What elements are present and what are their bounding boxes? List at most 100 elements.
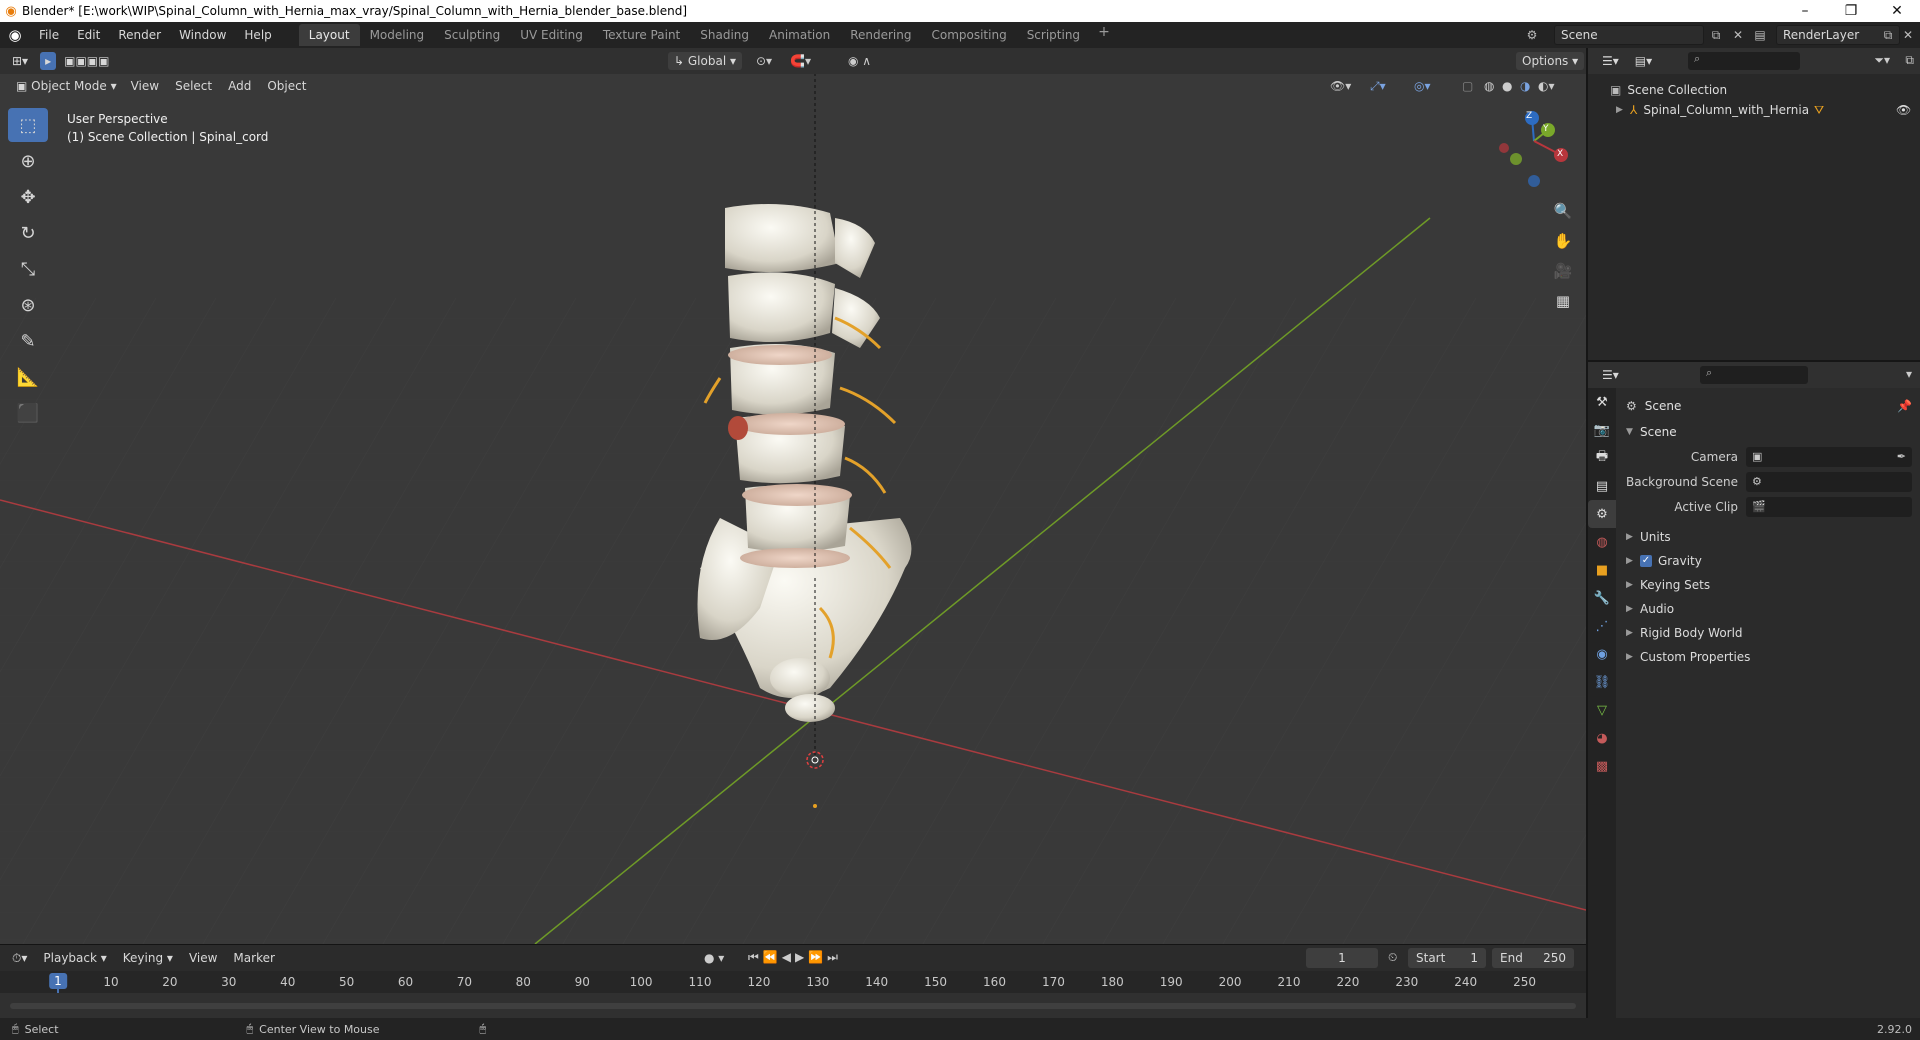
menu-view[interactable]: View — [123, 79, 167, 93]
overlays-icon[interactable]: ◎▾ — [1414, 79, 1431, 93]
constraints-tab-icon[interactable]: ⛓ — [1588, 668, 1616, 696]
menu-select[interactable]: Select — [167, 79, 220, 93]
menu-help[interactable]: Help — [235, 28, 280, 42]
add-cube-tool-icon[interactable]: ⬛ — [8, 396, 48, 430]
timeline-editor-type-icon[interactable]: ⏱▾ — [0, 951, 35, 966]
options-dropdown[interactable]: Options ▾ — [1516, 52, 1585, 70]
custom-properties-panel-header[interactable]: ▶ Custom Properties — [1618, 645, 1920, 669]
outliner-item-scene-collection[interactable]: ▣ Scene Collection — [1588, 80, 1920, 100]
data-tab-icon[interactable]: ▽ — [1588, 696, 1616, 724]
pivot-point-icon[interactable]: ⊙▾ — [756, 54, 772, 68]
delete-scene-icon[interactable]: ✕ — [1730, 27, 1746, 43]
snap-icon[interactable]: 🧲▾ — [790, 54, 811, 68]
measure-tool-icon[interactable]: 📐 — [8, 360, 48, 394]
menu-timeline-view[interactable]: View — [181, 951, 225, 965]
menu-add[interactable]: Add — [220, 79, 259, 93]
menu-keying[interactable]: Keying ▾ — [115, 951, 181, 965]
physics-tab-icon[interactable]: ◉ — [1588, 640, 1616, 668]
solid-shading-icon[interactable]: ● — [1502, 79, 1512, 93]
material-shading-icon[interactable]: ◑ — [1520, 79, 1530, 93]
tab-scripting[interactable]: Scripting — [1017, 24, 1090, 46]
filter-icon[interactable]: ⏷▾ — [1874, 53, 1890, 68]
particles-tab-icon[interactable]: ⋰ — [1588, 612, 1616, 640]
modifier-tab-icon[interactable]: 🔧 — [1588, 584, 1616, 612]
view-layer-browse-icon[interactable]: ▤ — [1752, 27, 1768, 43]
scene-tab-icon[interactable]: ⚙ — [1588, 500, 1616, 528]
blender-menu-icon[interactable]: ◉ — [0, 26, 30, 44]
eye-visibility-icon[interactable]: 👁 — [1896, 103, 1911, 117]
gravity-checkbox[interactable]: ✓ — [1640, 555, 1652, 567]
expand-arrow-icon[interactable]: ▶ — [1616, 105, 1630, 115]
gizmo-toggle-icon[interactable]: ⤢▾ — [1370, 79, 1386, 94]
3d-viewport[interactable]: Z Y X ⊞▾ ▸ ▣▣▣▣ ↳ Global ▾ ⊙▾ 🧲▾ ◉ ∧ Opt… — [0, 48, 1586, 944]
tab-sculpting[interactable]: Sculpting — [434, 24, 510, 46]
audio-panel-header[interactable]: ▶ Audio — [1618, 597, 1920, 621]
display-mode-icon[interactable]: ▤▾ — [1627, 54, 1660, 68]
outliner-editor-type-icon[interactable]: ☰▾ — [1588, 54, 1627, 68]
tab-layout[interactable]: Layout — [298, 24, 360, 46]
render-tab-icon[interactable]: 📷 — [1588, 416, 1616, 444]
new-view-layer-icon[interactable]: ⧉ — [1880, 27, 1896, 43]
object-tab-icon[interactable]: ■ — [1588, 556, 1616, 584]
transform-orientation-dropdown[interactable]: ↳ Global ▾ — [668, 52, 742, 70]
end-frame-field[interactable]: End 250 — [1492, 948, 1574, 968]
tool-tab-icon[interactable]: ⚒ — [1588, 388, 1616, 416]
gizmo-x-label[interactable]: X — [1557, 149, 1563, 159]
pin-icon[interactable]: 📌 — [1897, 399, 1912, 413]
properties-options-icon[interactable]: ▾ — [1906, 367, 1912, 381]
view-layer-tab-icon[interactable]: ▤ — [1588, 472, 1616, 500]
properties-search-input[interactable]: ⌕ — [1700, 366, 1808, 384]
minimize-button[interactable]: – — [1782, 0, 1828, 22]
gravity-panel-header[interactable]: ▶ ✓ Gravity — [1618, 549, 1920, 573]
wireframe-shading-icon[interactable]: ◍ — [1484, 79, 1494, 93]
menu-playback[interactable]: Playback ▾ — [35, 951, 114, 965]
timeline-scrollbar[interactable] — [10, 1003, 1576, 1009]
scene-selector[interactable]: Scene — [1554, 25, 1704, 45]
xray-icon[interactable]: ▢ — [1462, 79, 1473, 93]
menu-render[interactable]: Render — [109, 28, 170, 42]
output-tab-icon[interactable]: 🖶 — [1588, 444, 1616, 472]
select-mode-icon[interactable]: ▸ — [40, 52, 57, 70]
menu-window[interactable]: Window — [170, 28, 235, 42]
scene-browse-icon[interactable]: ⚙ — [1524, 27, 1540, 43]
new-collection-icon[interactable]: ⧉ — [1905, 53, 1914, 68]
visibility-icon[interactable]: 👁▾ — [1330, 79, 1351, 93]
pan-hand-icon[interactable]: ✋ — [1550, 228, 1576, 254]
select-box-tool-icon[interactable]: ⬚ — [8, 108, 48, 142]
active-clip-field[interactable]: 🎬 — [1746, 496, 1912, 517]
menu-marker[interactable]: Marker — [225, 951, 282, 965]
current-frame-field[interactable]: 1 — [1306, 948, 1378, 968]
world-tab-icon[interactable]: ◍ — [1588, 528, 1616, 556]
outliner-search-input[interactable]: ⌕ — [1688, 52, 1800, 70]
move-tool-icon[interactable]: ✥ — [8, 180, 48, 214]
menu-object[interactable]: Object — [259, 79, 314, 93]
perspective-toggle-icon[interactable]: ▦ — [1550, 288, 1576, 314]
camera-view-icon[interactable]: 🎥 — [1550, 258, 1576, 284]
gizmo-z-label[interactable]: Z — [1526, 111, 1532, 121]
tab-animation[interactable]: Animation — [759, 24, 840, 46]
tab-texture-paint[interactable]: Texture Paint — [593, 24, 690, 46]
timeline-ruler[interactable]: 1 10 20 30 40 50 60 70 80 90 100 110 120 130 140 150 160… — [0, 971, 1586, 1019]
mode-dropdown[interactable]: ▣ Object Mode ▾ — [10, 77, 123, 95]
camera-field[interactable]: ▣ ✒ — [1746, 446, 1912, 467]
delete-view-layer-icon[interactable]: ✕ — [1900, 27, 1916, 43]
keying-sets-panel-header[interactable]: ▶ Keying Sets — [1618, 573, 1920, 597]
scale-tool-icon[interactable]: ⤡ — [8, 252, 48, 286]
playback-controls-icon[interactable]: ⏮⏪◀▶⏩⏭ — [748, 950, 842, 965]
tab-modeling[interactable]: Modeling — [360, 24, 435, 46]
rigid-body-world-panel-header[interactable]: ▶ Rigid Body World — [1618, 621, 1920, 645]
units-panel-header[interactable]: ▶ Units — [1618, 525, 1920, 549]
timeline-track[interactable] — [0, 993, 1586, 1019]
playhead-frame-marker[interactable]: 1 — [49, 973, 67, 989]
menu-file[interactable]: File — [30, 28, 68, 42]
eyedropper-icon[interactable]: ✒ — [1897, 450, 1906, 463]
gizmo-y-label[interactable]: Y — [1543, 124, 1549, 134]
tab-compositing[interactable]: Compositing — [921, 24, 1016, 46]
tab-rendering[interactable]: Rendering — [840, 24, 921, 46]
cursor-tool-icon[interactable]: ⊕ — [8, 144, 48, 178]
close-button[interactable]: ✕ — [1874, 0, 1920, 22]
properties-editor-type-icon[interactable]: ☰▾ — [1588, 368, 1627, 382]
editor-type-icon[interactable]: ⊞▾ — [0, 54, 36, 68]
add-workspace-icon[interactable]: + — [1090, 24, 1118, 46]
tab-shading[interactable]: Shading — [690, 24, 759, 46]
